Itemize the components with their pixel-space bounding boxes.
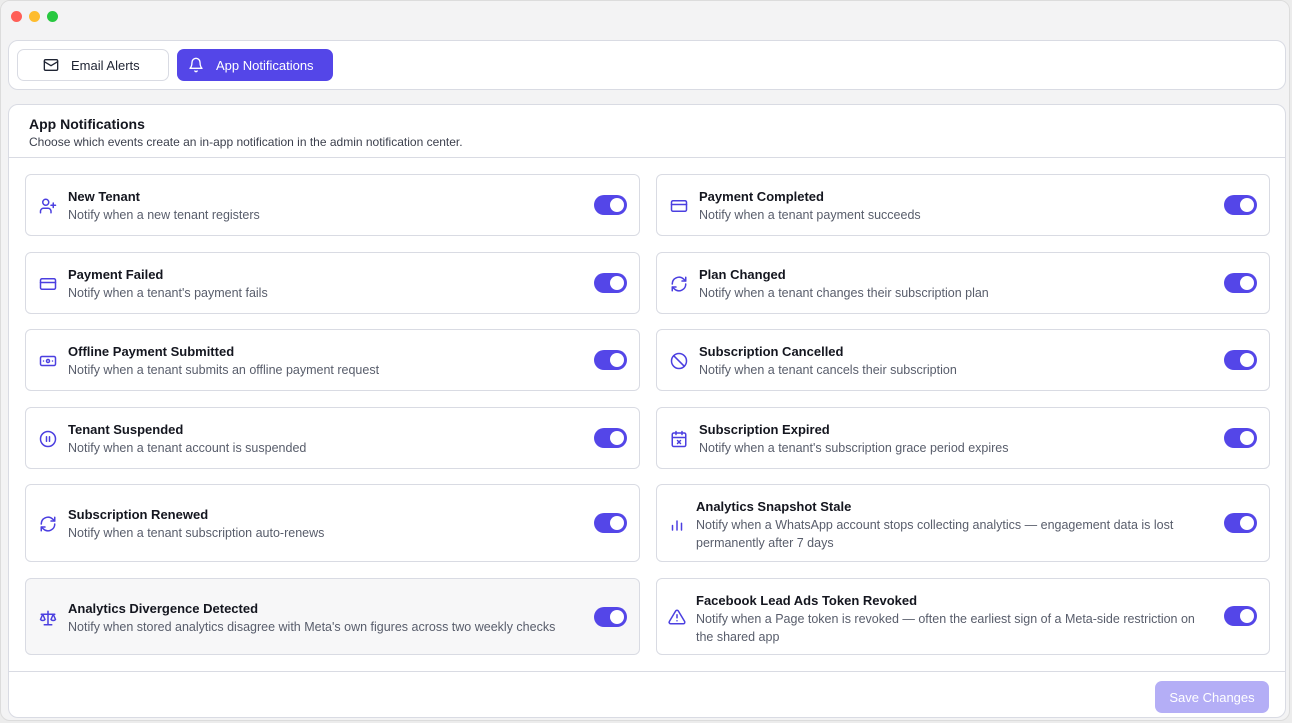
token-revoked-toggle[interactable] bbox=[1224, 606, 1257, 626]
app-window: Email Alerts App Notifications App Notif… bbox=[0, 0, 1290, 721]
offline-payment-toggle[interactable] bbox=[594, 350, 627, 370]
notification-title: Subscription Expired bbox=[699, 422, 830, 437]
minimize-window-button[interactable] bbox=[29, 11, 40, 22]
notification-tabs: Email Alerts App Notifications bbox=[8, 40, 1286, 90]
credit-card-icon bbox=[38, 274, 58, 294]
payment-completed-toggle[interactable] bbox=[1224, 195, 1257, 215]
panel-footer: Save Changes bbox=[9, 671, 1285, 717]
notification-title: Facebook Lead Ads Token Revoked bbox=[696, 593, 918, 608]
notification-card: Analytics Snapshot Stale Notify when a W… bbox=[656, 484, 1270, 562]
user-plus-icon bbox=[38, 196, 58, 216]
app-notifications-panel: App Notifications Choose which events cr… bbox=[8, 104, 1286, 718]
notification-card: Subscription Expired Notify when a tenan… bbox=[656, 407, 1270, 469]
notification-description: Notify when a Page token is revoked — of… bbox=[696, 612, 1195, 644]
close-window-button[interactable] bbox=[11, 11, 22, 22]
notification-title: Subscription Cancelled bbox=[699, 344, 844, 359]
toggle-knob bbox=[610, 353, 624, 367]
scale-icon bbox=[38, 608, 58, 628]
tab-email-alerts[interactable]: Email Alerts bbox=[17, 49, 169, 81]
banknote-icon bbox=[38, 351, 58, 371]
notification-card: New Tenant Notify when a new tenant regi… bbox=[25, 174, 640, 236]
tab-app-notifications[interactable]: App Notifications bbox=[177, 49, 333, 81]
subscription-renewed-toggle[interactable] bbox=[594, 513, 627, 533]
notification-description: Notify when a tenant's payment fails bbox=[68, 286, 268, 300]
subscription-expired-toggle[interactable] bbox=[1224, 428, 1257, 448]
calendar-x-icon bbox=[669, 429, 689, 449]
notification-description: Notify when a tenant subscription auto-r… bbox=[68, 526, 325, 540]
notification-title: Analytics Divergence Detected bbox=[68, 601, 259, 616]
notification-description: Notify when a tenant cancels their subsc… bbox=[699, 363, 957, 377]
toggle-knob bbox=[1240, 198, 1254, 212]
title-bar bbox=[1, 1, 1289, 33]
notification-description: Notify when a tenant's subscription grac… bbox=[699, 441, 1009, 455]
bell-icon bbox=[187, 56, 205, 74]
notification-title: Offline Payment Submitted bbox=[68, 344, 235, 359]
notification-title: Analytics Snapshot Stale bbox=[696, 499, 852, 514]
toggle-knob bbox=[610, 516, 624, 530]
toggle-knob bbox=[610, 431, 624, 445]
analytics-snapshot-toggle[interactable] bbox=[1224, 513, 1257, 533]
refresh-icon bbox=[669, 274, 689, 294]
notification-card: Payment Failed Notify when a tenant's pa… bbox=[25, 252, 640, 314]
tab-app-notifications-label: App Notifications bbox=[216, 57, 314, 73]
tenant-suspended-toggle[interactable] bbox=[594, 428, 627, 448]
panel-subtitle: Choose which events create an in-app not… bbox=[29, 135, 463, 149]
notification-card: Subscription Renewed Notify when a tenan… bbox=[25, 484, 640, 562]
toggle-knob bbox=[1240, 516, 1254, 530]
new-tenant-toggle[interactable] bbox=[594, 195, 627, 215]
notification-description: Notify when a tenant changes their subsc… bbox=[699, 286, 989, 300]
refresh-icon bbox=[38, 514, 58, 534]
notification-description: Notify when a tenant submits an offline … bbox=[68, 363, 380, 377]
notification-description: Notify when a WhatsApp account stops col… bbox=[696, 518, 1174, 550]
toggle-knob bbox=[1240, 276, 1254, 290]
notification-description: Notify when a tenant payment succeeds bbox=[699, 208, 921, 222]
notification-card: Plan Changed Notify when a tenant change… bbox=[656, 252, 1270, 314]
pause-circle-icon bbox=[38, 429, 58, 449]
maximize-window-button[interactable] bbox=[47, 11, 58, 22]
payment-failed-toggle[interactable] bbox=[594, 273, 627, 293]
notification-description: Notify when a tenant account is suspende… bbox=[68, 441, 307, 455]
credit-card-icon bbox=[669, 196, 689, 216]
notification-title: New Tenant bbox=[68, 189, 140, 204]
notification-title: Payment Failed bbox=[68, 267, 164, 282]
notification-description: Notify when stored analytics disagree wi… bbox=[68, 620, 556, 634]
panel-title: App Notifications bbox=[29, 116, 145, 132]
notification-title: Tenant Suspended bbox=[68, 422, 184, 437]
notification-title: Subscription Renewed bbox=[68, 507, 209, 522]
toggle-knob bbox=[610, 198, 624, 212]
toggle-knob bbox=[1240, 431, 1254, 445]
tab-email-alerts-label: Email Alerts bbox=[71, 57, 140, 73]
toggle-knob bbox=[610, 276, 624, 290]
notification-card: Subscription Cancelled Notify when a ten… bbox=[656, 329, 1270, 391]
mail-icon bbox=[42, 56, 60, 74]
notification-description: Notify when a new tenant registers bbox=[68, 208, 260, 222]
notification-card: Analytics Divergence Detected Notify whe… bbox=[25, 578, 640, 655]
notification-card: Tenant Suspended Notify when a tenant ac… bbox=[25, 407, 640, 469]
toggle-knob bbox=[610, 610, 624, 624]
ban-icon bbox=[669, 351, 689, 371]
toggle-knob bbox=[1240, 609, 1254, 623]
notification-card: Facebook Lead Ads Token Revoked Notify w… bbox=[656, 578, 1270, 655]
alert-triangle-icon bbox=[667, 607, 687, 627]
notification-card: Offline Payment Submitted Notify when a … bbox=[25, 329, 640, 391]
notification-title: Plan Changed bbox=[699, 267, 786, 282]
notification-card: Payment Completed Notify when a tenant p… bbox=[656, 174, 1270, 236]
bar-chart-icon bbox=[667, 514, 687, 534]
analytics-divergence-toggle[interactable] bbox=[594, 607, 627, 627]
panel-header: App Notifications Choose which events cr… bbox=[9, 105, 1285, 158]
toggle-knob bbox=[1240, 353, 1254, 367]
notification-title: Payment Completed bbox=[699, 189, 824, 204]
plan-changed-toggle[interactable] bbox=[1224, 273, 1257, 293]
subscription-cancelled-toggle[interactable] bbox=[1224, 350, 1257, 370]
save-changes-button[interactable]: Save Changes bbox=[1155, 681, 1269, 713]
